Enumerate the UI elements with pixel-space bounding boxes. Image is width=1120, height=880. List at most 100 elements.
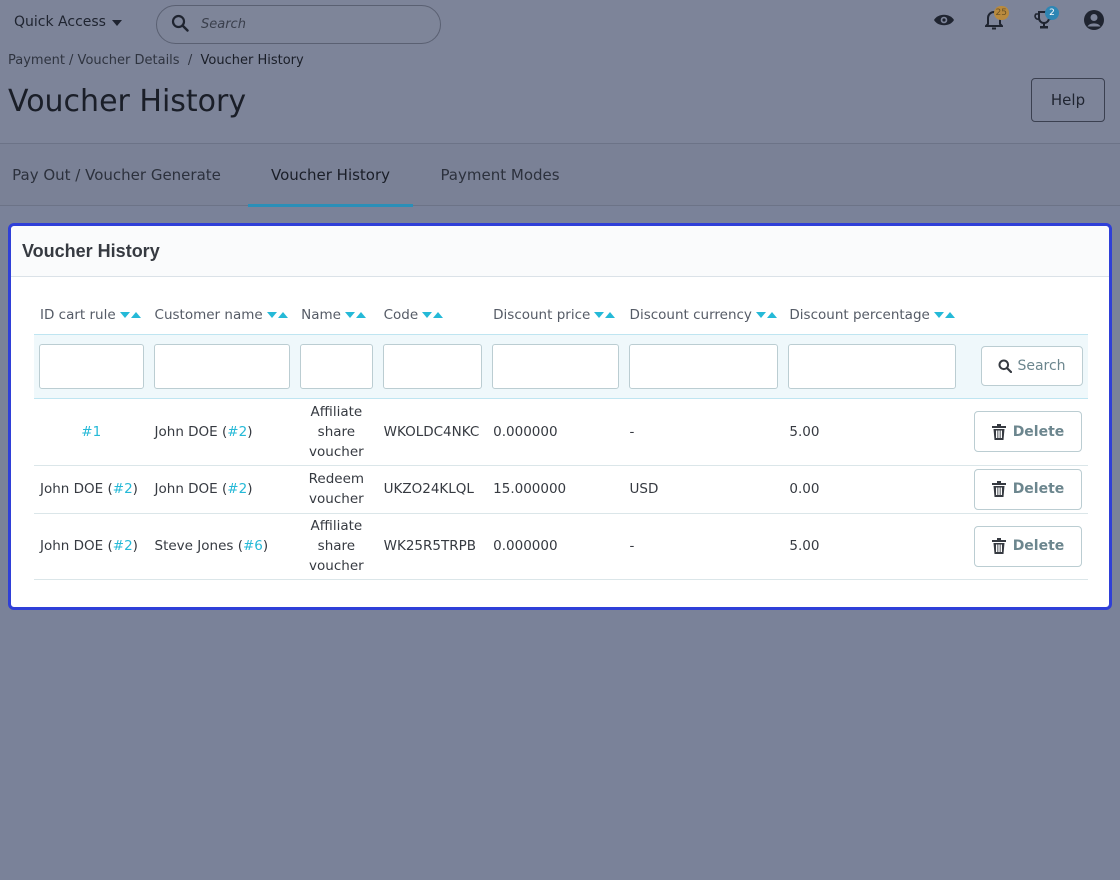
breadcrumb-current: Voucher History <box>200 53 304 68</box>
account-icon[interactable] <box>1082 8 1106 32</box>
customer-link[interactable]: #6 <box>243 538 263 554</box>
customer-name-cell: Steve Jones (#6) <box>148 513 296 580</box>
code-cell: UKZO24KLQL <box>377 465 488 514</box>
id-cart-rule-text: John DOE <box>40 481 104 497</box>
table-row[interactable]: #1 John DOE (#2) Affiliate share voucher W… <box>34 398 1088 466</box>
filter-search-button[interactable]: Search <box>981 346 1083 386</box>
voucher-name-cell: Affiliate share voucher <box>295 398 378 466</box>
trash-icon <box>991 423 1006 440</box>
sort-arrows-icon[interactable] <box>119 311 141 318</box>
discount-percentage-cell: 0.00 <box>783 465 961 514</box>
column-label: Discount percentage <box>789 306 930 323</box>
breadcrumb-parent[interactable]: Payment / Voucher Details <box>8 53 180 68</box>
column-header-name[interactable]: Name <box>295 296 378 335</box>
panel-title: Voucher History <box>22 240 160 261</box>
notifications-badge: 25 <box>993 6 1009 20</box>
discount-price-cell: 0.000000 <box>487 513 624 580</box>
customer-name: John DOE <box>154 481 218 497</box>
column-label: Discount currency <box>629 306 752 323</box>
sort-arrows-icon[interactable] <box>755 311 777 318</box>
quick-access-menu[interactable]: Quick Access <box>14 14 122 30</box>
column-label: ID cart rule <box>40 306 116 323</box>
delete-button-label: Delete <box>1012 538 1065 554</box>
column-header-id-cart-rule[interactable]: ID cart rule <box>34 296 149 335</box>
filter-discount-price-input[interactable] <box>492 343 619 389</box>
trash-icon <box>991 538 1006 554</box>
voucher-name-cell: Affiliate share voucher <box>295 513 378 580</box>
discount-percentage-cell: 5.00 <box>783 398 961 466</box>
id-cart-rule-cell: John DOE (#2) <box>34 513 149 580</box>
top-bar: Quick Access 25 2 <box>0 0 1120 48</box>
trophy-icon[interactable]: 2 <box>1032 6 1059 32</box>
filter-discount-percentage-input[interactable] <box>788 343 956 389</box>
view-shop-icon[interactable] <box>932 8 956 32</box>
notifications-bell-icon[interactable]: 25 <box>982 6 1009 32</box>
filter-name-input[interactable] <box>300 343 373 389</box>
breadcrumb: Payment / Voucher Details / Voucher Hist… <box>8 53 304 68</box>
column-header-discount-price[interactable]: Discount price <box>487 296 624 335</box>
sort-arrows-icon[interactable] <box>422 311 444 318</box>
name-line: share <box>317 538 356 554</box>
delete-button[interactable]: Delete <box>974 525 1082 567</box>
search-icon <box>998 359 1013 373</box>
id-cart-rule-link[interactable]: #1 <box>81 424 101 440</box>
code-cell: WKOLDC4NKC <box>377 398 488 466</box>
name-line: Redeem <box>308 471 365 487</box>
global-search-input[interactable] <box>201 17 421 32</box>
help-button[interactable]: Help <box>1031 78 1105 122</box>
discount-percentage-cell: 5.00 <box>783 513 961 580</box>
filter-customer-name-input[interactable] <box>153 343 291 389</box>
delete-button[interactable]: Delete <box>974 411 1082 452</box>
sort-arrows-icon[interactable] <box>933 311 955 318</box>
caret-down-icon <box>111 20 122 26</box>
tab-payment-modes[interactable]: Payment Modes <box>426 144 574 206</box>
voucher-name-cell: Redeem voucher <box>295 465 378 514</box>
panel-header: Voucher History <box>11 226 1109 277</box>
table-row[interactable]: John DOE (#2) John DOE (#2) Redeem vouche… <box>34 465 1088 514</box>
id-ref-link[interactable]: #2 <box>113 538 133 554</box>
table-row[interactable]: John DOE (#2) Steve Jones (#6) Affiliate… <box>34 513 1088 580</box>
customer-name-cell: John DOE (#2) <box>148 398 296 466</box>
tab-payout-voucher-generate[interactable]: Pay Out / Voucher Generate <box>0 144 233 206</box>
table-header-row: ID cart rule Customer name Name Code Dis… <box>34 296 1088 335</box>
global-search[interactable] <box>156 5 441 44</box>
customer-link[interactable]: #2 <box>227 424 247 440</box>
id-ref-link[interactable]: #2 <box>113 481 133 497</box>
tab-label: Voucher History <box>270 166 391 184</box>
id-cart-rule-text: John DOE <box>40 538 104 554</box>
column-header-discount-currency[interactable]: Discount currency <box>623 296 784 335</box>
column-label: Discount price <box>493 306 591 323</box>
voucher-table: ID cart rule Customer name Name Code Dis… <box>34 296 1088 580</box>
sort-arrows-icon[interactable] <box>344 311 366 318</box>
orders-badge: 2 <box>1045 6 1059 20</box>
column-label: Code <box>383 306 419 323</box>
discount-currency-cell: - <box>623 513 784 580</box>
id-cart-rule-cell: John DOE (#2) <box>34 465 149 514</box>
delete-button-label: Delete <box>1012 423 1065 440</box>
page-title: Voucher History <box>8 84 247 119</box>
filter-discount-currency-input[interactable] <box>628 343 779 389</box>
filter-row: Search <box>34 334 1088 399</box>
breadcrumb-separator: / <box>187 53 193 68</box>
column-header-code[interactable]: Code <box>377 296 488 335</box>
tab-label: Pay Out / Voucher Generate <box>12 166 221 184</box>
tab-label: Payment Modes <box>440 166 560 184</box>
sort-arrows-icon[interactable] <box>594 311 616 318</box>
discount-price-cell: 15.000000 <box>487 465 624 514</box>
name-line: voucher <box>309 491 364 507</box>
sort-arrows-icon[interactable] <box>266 311 288 318</box>
quick-access-label: Quick Access <box>14 14 106 30</box>
tab-voucher-history[interactable]: Voucher History <box>248 144 413 207</box>
column-header-customer-name[interactable]: Customer name <box>148 296 296 335</box>
delete-button[interactable]: Delete <box>974 468 1082 510</box>
filter-id-cart-rule-input[interactable] <box>39 343 144 389</box>
customer-link[interactable]: #2 <box>227 481 247 497</box>
page-header: Payment / Voucher Details / Voucher Hist… <box>0 48 1120 144</box>
column-label: Name <box>301 306 341 323</box>
column-header-discount-percentage[interactable]: Discount percentage <box>783 296 961 335</box>
voucher-history-panel: Voucher History ID cart rule Customer na… <box>8 223 1112 610</box>
column-label: Customer name <box>154 306 263 323</box>
tab-bar: Pay Out / Voucher Generate Voucher Histo… <box>0 144 1120 207</box>
filter-code-input[interactable] <box>382 343 483 389</box>
name-line: voucher <box>309 558 364 574</box>
